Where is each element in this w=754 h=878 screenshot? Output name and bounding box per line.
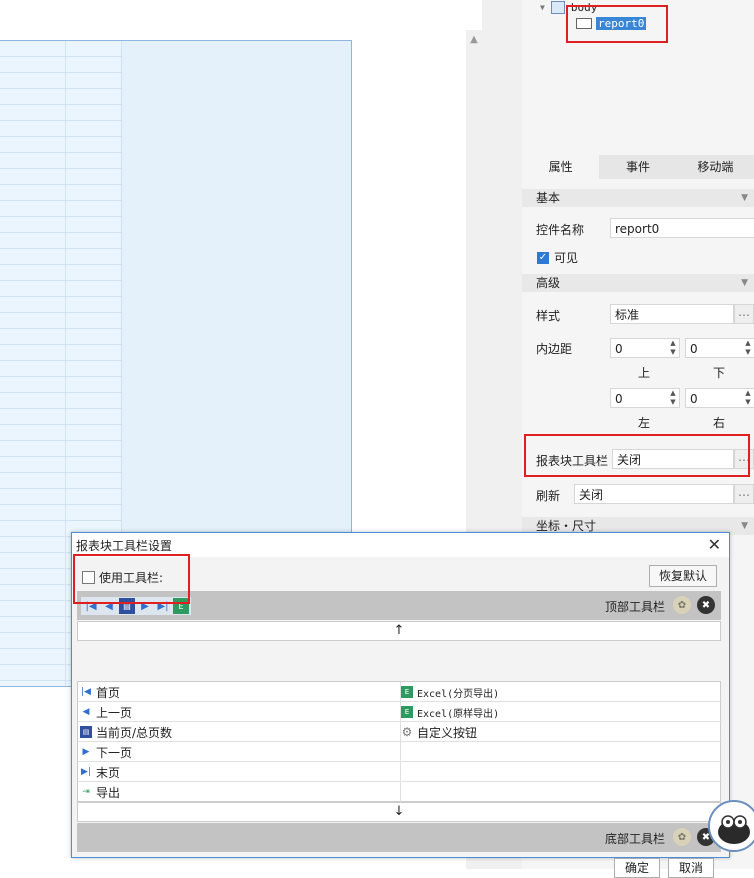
style-more-button[interactable]: … — [734, 304, 754, 324]
padding-left-input[interactable]: 0 ▲ ▼ — [610, 388, 680, 408]
padding-right-value: 0 — [690, 392, 698, 406]
padding-bottom-label: 下 — [713, 366, 726, 380]
list-item[interactable] — [399, 762, 721, 782]
padding-label: 内边距 — [536, 342, 573, 356]
style-input[interactable]: 标准 — [610, 304, 734, 324]
table-row: ⇥ 导出 — [78, 782, 722, 802]
highlight-box-use-toolbar — [73, 554, 190, 604]
next-page-icon: ▶ — [82, 747, 90, 757]
style-label: 样式 — [536, 309, 561, 323]
gear-icon[interactable]: ✿ — [673, 828, 691, 846]
bottom-toolbar-label: 底部工具栏 — [604, 832, 665, 846]
list-item[interactable] — [399, 742, 721, 762]
section-basic[interactable]: 基本 ▼ — [522, 189, 754, 207]
control-name-input[interactable]: report0 — [610, 218, 754, 238]
padding-top-value: 0 — [615, 342, 623, 356]
list-item[interactable]: ⚙ 自定义按钮 — [399, 722, 721, 742]
chevron-down-icon: ▼ — [741, 193, 748, 203]
padding-right-input[interactable]: 0 ▲ ▼ — [685, 388, 754, 408]
close-icon[interactable]: ✕ — [708, 535, 721, 554]
padding-top-label: 上 — [638, 366, 651, 380]
assistant-avatar-icon[interactable] — [708, 800, 754, 852]
tab-events[interactable]: 事件 — [599, 155, 677, 179]
table-row: ▤ 当前页/总页数 ⚙ 自定义按钮 — [78, 722, 722, 742]
refresh-input[interactable]: 关闭 — [574, 484, 734, 504]
visible-label: 可见 — [554, 251, 579, 265]
item-label: 下一页 — [96, 745, 133, 760]
last-page-icon: ▶| — [81, 767, 91, 777]
export-icon: ⇥ — [82, 787, 90, 797]
tab-properties[interactable]: 属性 — [522, 155, 600, 179]
list-item[interactable]: ◀ 上一页 — [78, 702, 401, 722]
section-basic-label: 基本 — [536, 191, 561, 205]
refresh-more-button[interactable]: … — [734, 484, 754, 504]
toolbar-settings-dialog: 报表块工具栏设置 ✕ 使用工具栏: 恢复默认 |◀ ◀ ▤ ▶ ▶| E 顶部工… — [71, 532, 730, 878]
list-item[interactable]: ⇥ 导出 — [78, 782, 401, 802]
item-label: 导出 — [96, 785, 121, 800]
list-item[interactable]: E Excel(分页导出) — [399, 682, 721, 702]
page-count-icon: ▤ — [80, 726, 92, 738]
body-node-icon — [550, 0, 565, 14]
down-arrow-icon[interactable]: ↓ — [77, 802, 721, 822]
gear-icon: ⚙ — [401, 725, 413, 739]
item-label: 首页 — [96, 685, 121, 700]
item-label: Excel(分页导出) — [417, 688, 500, 700]
restore-default-button[interactable]: 恢复默认 — [649, 565, 717, 587]
spinner-icon[interactable]: ▲ ▼ — [742, 339, 754, 357]
section-coords-label: 坐标・尺寸 — [536, 519, 597, 533]
item-label: 末页 — [96, 765, 121, 780]
refresh-label: 刷新 — [536, 489, 561, 503]
table-row: |◀ 首页 E Excel(分页导出) — [78, 682, 722, 702]
list-item[interactable] — [399, 782, 721, 802]
dialog-title: 报表块工具栏设置 — [76, 539, 173, 553]
item-label: Excel(原样导出) — [417, 708, 500, 720]
table-row: ▶ 下一页 — [78, 742, 722, 762]
up-arrow-icon[interactable]: ↑ — [77, 621, 721, 641]
tab-mobile[interactable]: 移动端 — [676, 155, 754, 179]
spinner-icon[interactable]: ▲ ▼ — [742, 389, 754, 407]
highlight-box-toolbar — [524, 434, 750, 477]
list-item[interactable]: |◀ 首页 — [78, 682, 401, 702]
padding-top-input[interactable]: 0 ▲ ▼ — [610, 338, 680, 358]
close-icon[interactable]: ✖ — [697, 596, 715, 614]
cancel-button[interactable]: 取消 — [668, 858, 714, 878]
section-advanced-label: 高级 — [536, 276, 561, 290]
collapse-arrow-icon[interactable]: ▼ — [540, 3, 545, 12]
visible-row: ✓ 可见 — [537, 249, 578, 266]
prev-page-icon: ◀ — [82, 707, 90, 717]
table-row: ◀ 上一页 E Excel(原样导出) — [78, 702, 722, 722]
property-tabs: 属性 事件 移动端 — [522, 155, 754, 179]
spinner-icon[interactable]: ▲ ▼ — [667, 339, 679, 357]
padding-left-label: 左 — [638, 416, 651, 430]
visible-checkbox[interactable]: ✓ — [537, 251, 549, 264]
bottom-toolbar[interactable]: 底部工具栏 ✿ ✖ — [77, 823, 721, 852]
control-name-label: 控件名称 — [536, 223, 585, 237]
top-toolbar-label: 顶部工具栏 — [604, 600, 665, 614]
ok-button[interactable]: 确定 — [614, 858, 660, 878]
padding-bottom-value: 0 — [690, 342, 698, 356]
padding-right-label: 右 — [713, 416, 726, 430]
toolbar-items-table: |◀ 首页 E Excel(分页导出) ◀ 上一页 E Excel(原样导出) — [77, 681, 722, 802]
excel-icon: E — [401, 706, 413, 718]
list-item[interactable]: ▶| 末页 — [78, 762, 401, 782]
chevron-down-icon: ▼ — [741, 278, 748, 288]
list-item[interactable]: E Excel(原样导出) — [399, 702, 721, 722]
section-advanced[interactable]: 高级 ▼ — [522, 274, 754, 292]
list-item[interactable]: ▶ 下一页 — [78, 742, 401, 762]
scroll-up-icon[interactable]: ▲ — [466, 32, 482, 48]
chevron-down-icon: ▼ — [741, 521, 748, 531]
item-label: 自定义按钮 — [417, 725, 478, 740]
spinner-icon[interactable]: ▲ ▼ — [667, 389, 679, 407]
table-row: ▶| 末页 — [78, 762, 722, 782]
excel-icon: E — [401, 686, 413, 698]
list-item[interactable]: ▤ 当前页/总页数 — [78, 722, 401, 742]
padding-left-value: 0 — [615, 392, 623, 406]
highlight-box-tree — [566, 5, 668, 43]
first-page-icon: |◀ — [81, 687, 91, 697]
padding-bottom-input[interactable]: 0 ▲ ▼ — [685, 338, 754, 358]
gear-icon[interactable]: ✿ — [673, 596, 691, 614]
item-label: 当前页/总页数 — [96, 725, 173, 740]
item-label: 上一页 — [96, 705, 133, 720]
